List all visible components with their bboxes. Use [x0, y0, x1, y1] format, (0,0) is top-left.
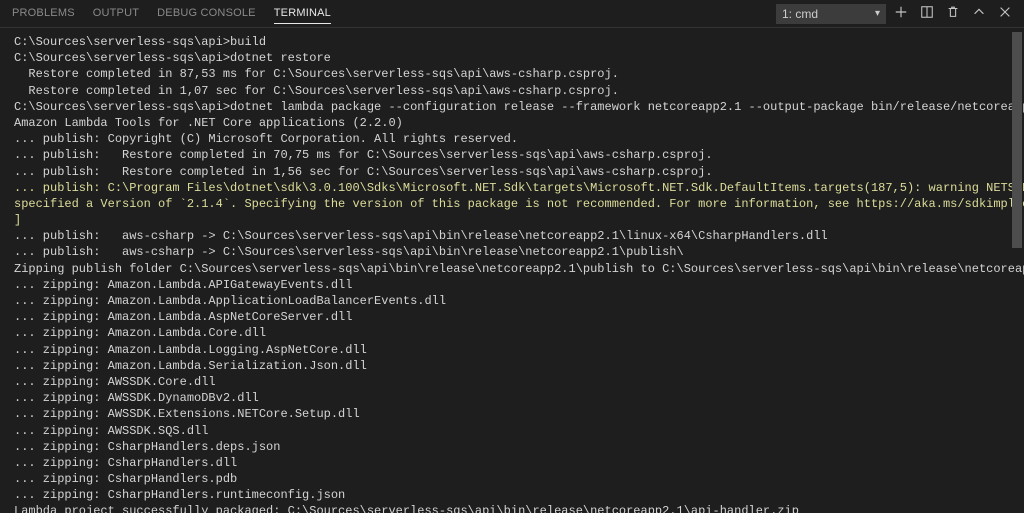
terminal-selector[interactable]: 1: cmd [776, 4, 886, 24]
terminal-line: Zipping publish folder C:\Sources\server… [14, 261, 1010, 277]
close-panel-button[interactable] [994, 3, 1016, 25]
terminal-line: ... zipping: Amazon.Lambda.Serialization… [14, 358, 1010, 374]
terminal-line: ... zipping: CsharpHandlers.deps.json [14, 439, 1010, 455]
tab-terminal[interactable]: TERMINAL [274, 3, 331, 24]
terminal-line: ... zipping: AWSSDK.DynamoDBv2.dll [14, 390, 1010, 406]
terminal-line: ... zipping: AWSSDK.SQS.dll [14, 423, 1010, 439]
trash-icon [946, 5, 960, 22]
close-icon [998, 5, 1012, 22]
terminal-output[interactable]: C:\Sources\serverless-sqs\api>buildC:\So… [0, 28, 1024, 513]
terminal-line: ... zipping: AWSSDK.Core.dll [14, 374, 1010, 390]
new-terminal-button[interactable] [890, 3, 912, 25]
terminal-line: ... publish: aws-csharp -> C:\Sources\se… [14, 228, 1010, 244]
terminal-selector-wrap[interactable]: 1: cmd [776, 4, 886, 24]
terminal-line: ... zipping: CsharpHandlers.runtimeconfi… [14, 487, 1010, 503]
terminal-line: ... zipping: Amazon.Lambda.APIGatewayEve… [14, 277, 1010, 293]
plus-icon [894, 5, 908, 22]
tab-problems[interactable]: PROBLEMS [12, 3, 75, 24]
terminal-scrollbar[interactable] [1012, 32, 1022, 511]
terminal-line: ... zipping: CsharpHandlers.dll [14, 455, 1010, 471]
split-icon [920, 5, 934, 22]
terminal-line: ] [14, 212, 1010, 228]
terminal-line: ... publish: C:\Program Files\dotnet\sdk… [14, 180, 1010, 196]
maximize-panel-button[interactable] [968, 3, 990, 25]
terminal-line: Amazon Lambda Tools for .NET Core applic… [14, 115, 1010, 131]
kill-terminal-button[interactable] [942, 3, 964, 25]
split-terminal-button[interactable] [916, 3, 938, 25]
terminal-line: ... publish: Copyright (C) Microsoft Cor… [14, 131, 1010, 147]
tab-output[interactable]: OUTPUT [93, 3, 139, 24]
terminal-line: ... publish: Restore completed in 70,75 … [14, 147, 1010, 163]
panel-header: PROBLEMS OUTPUT DEBUG CONSOLE TERMINAL 1… [0, 0, 1024, 28]
terminal-line: ... zipping: Amazon.Lambda.Logging.AspNe… [14, 342, 1010, 358]
terminal-line: ... zipping: Amazon.Lambda.Core.dll [14, 325, 1010, 341]
terminal-line: ... zipping: CsharpHandlers.pdb [14, 471, 1010, 487]
terminal-line: Lambda project successfully packaged: C:… [14, 503, 1010, 513]
panel-tabs: PROBLEMS OUTPUT DEBUG CONSOLE TERMINAL [12, 0, 331, 27]
terminal-line: ... zipping: AWSSDK.Extensions.NETCore.S… [14, 406, 1010, 422]
scrollbar-thumb[interactable] [1012, 32, 1022, 248]
terminal-line: Restore completed in 87,53 ms for C:\Sou… [14, 66, 1010, 82]
terminal-line: C:\Sources\serverless-sqs\api>build [14, 34, 1010, 50]
chevron-up-icon [972, 5, 986, 22]
terminal-line: C:\Sources\serverless-sqs\api>dotnet res… [14, 50, 1010, 66]
terminal-line: specified a Version of `2.1.4`. Specifyi… [14, 196, 1010, 212]
terminal-line: ... zipping: Amazon.Lambda.AspNetCoreSer… [14, 309, 1010, 325]
terminal-line: ... publish: Restore completed in 1,56 s… [14, 164, 1010, 180]
panel-actions: 1: cmd [776, 3, 1024, 25]
terminal-line: ... publish: aws-csharp -> C:\Sources\se… [14, 244, 1010, 260]
terminal-line: C:\Sources\serverless-sqs\api>dotnet lam… [14, 99, 1010, 115]
tab-debug-console[interactable]: DEBUG CONSOLE [157, 3, 256, 24]
terminal-line: Restore completed in 1,07 sec for C:\Sou… [14, 83, 1010, 99]
terminal-line: ... zipping: Amazon.Lambda.ApplicationLo… [14, 293, 1010, 309]
